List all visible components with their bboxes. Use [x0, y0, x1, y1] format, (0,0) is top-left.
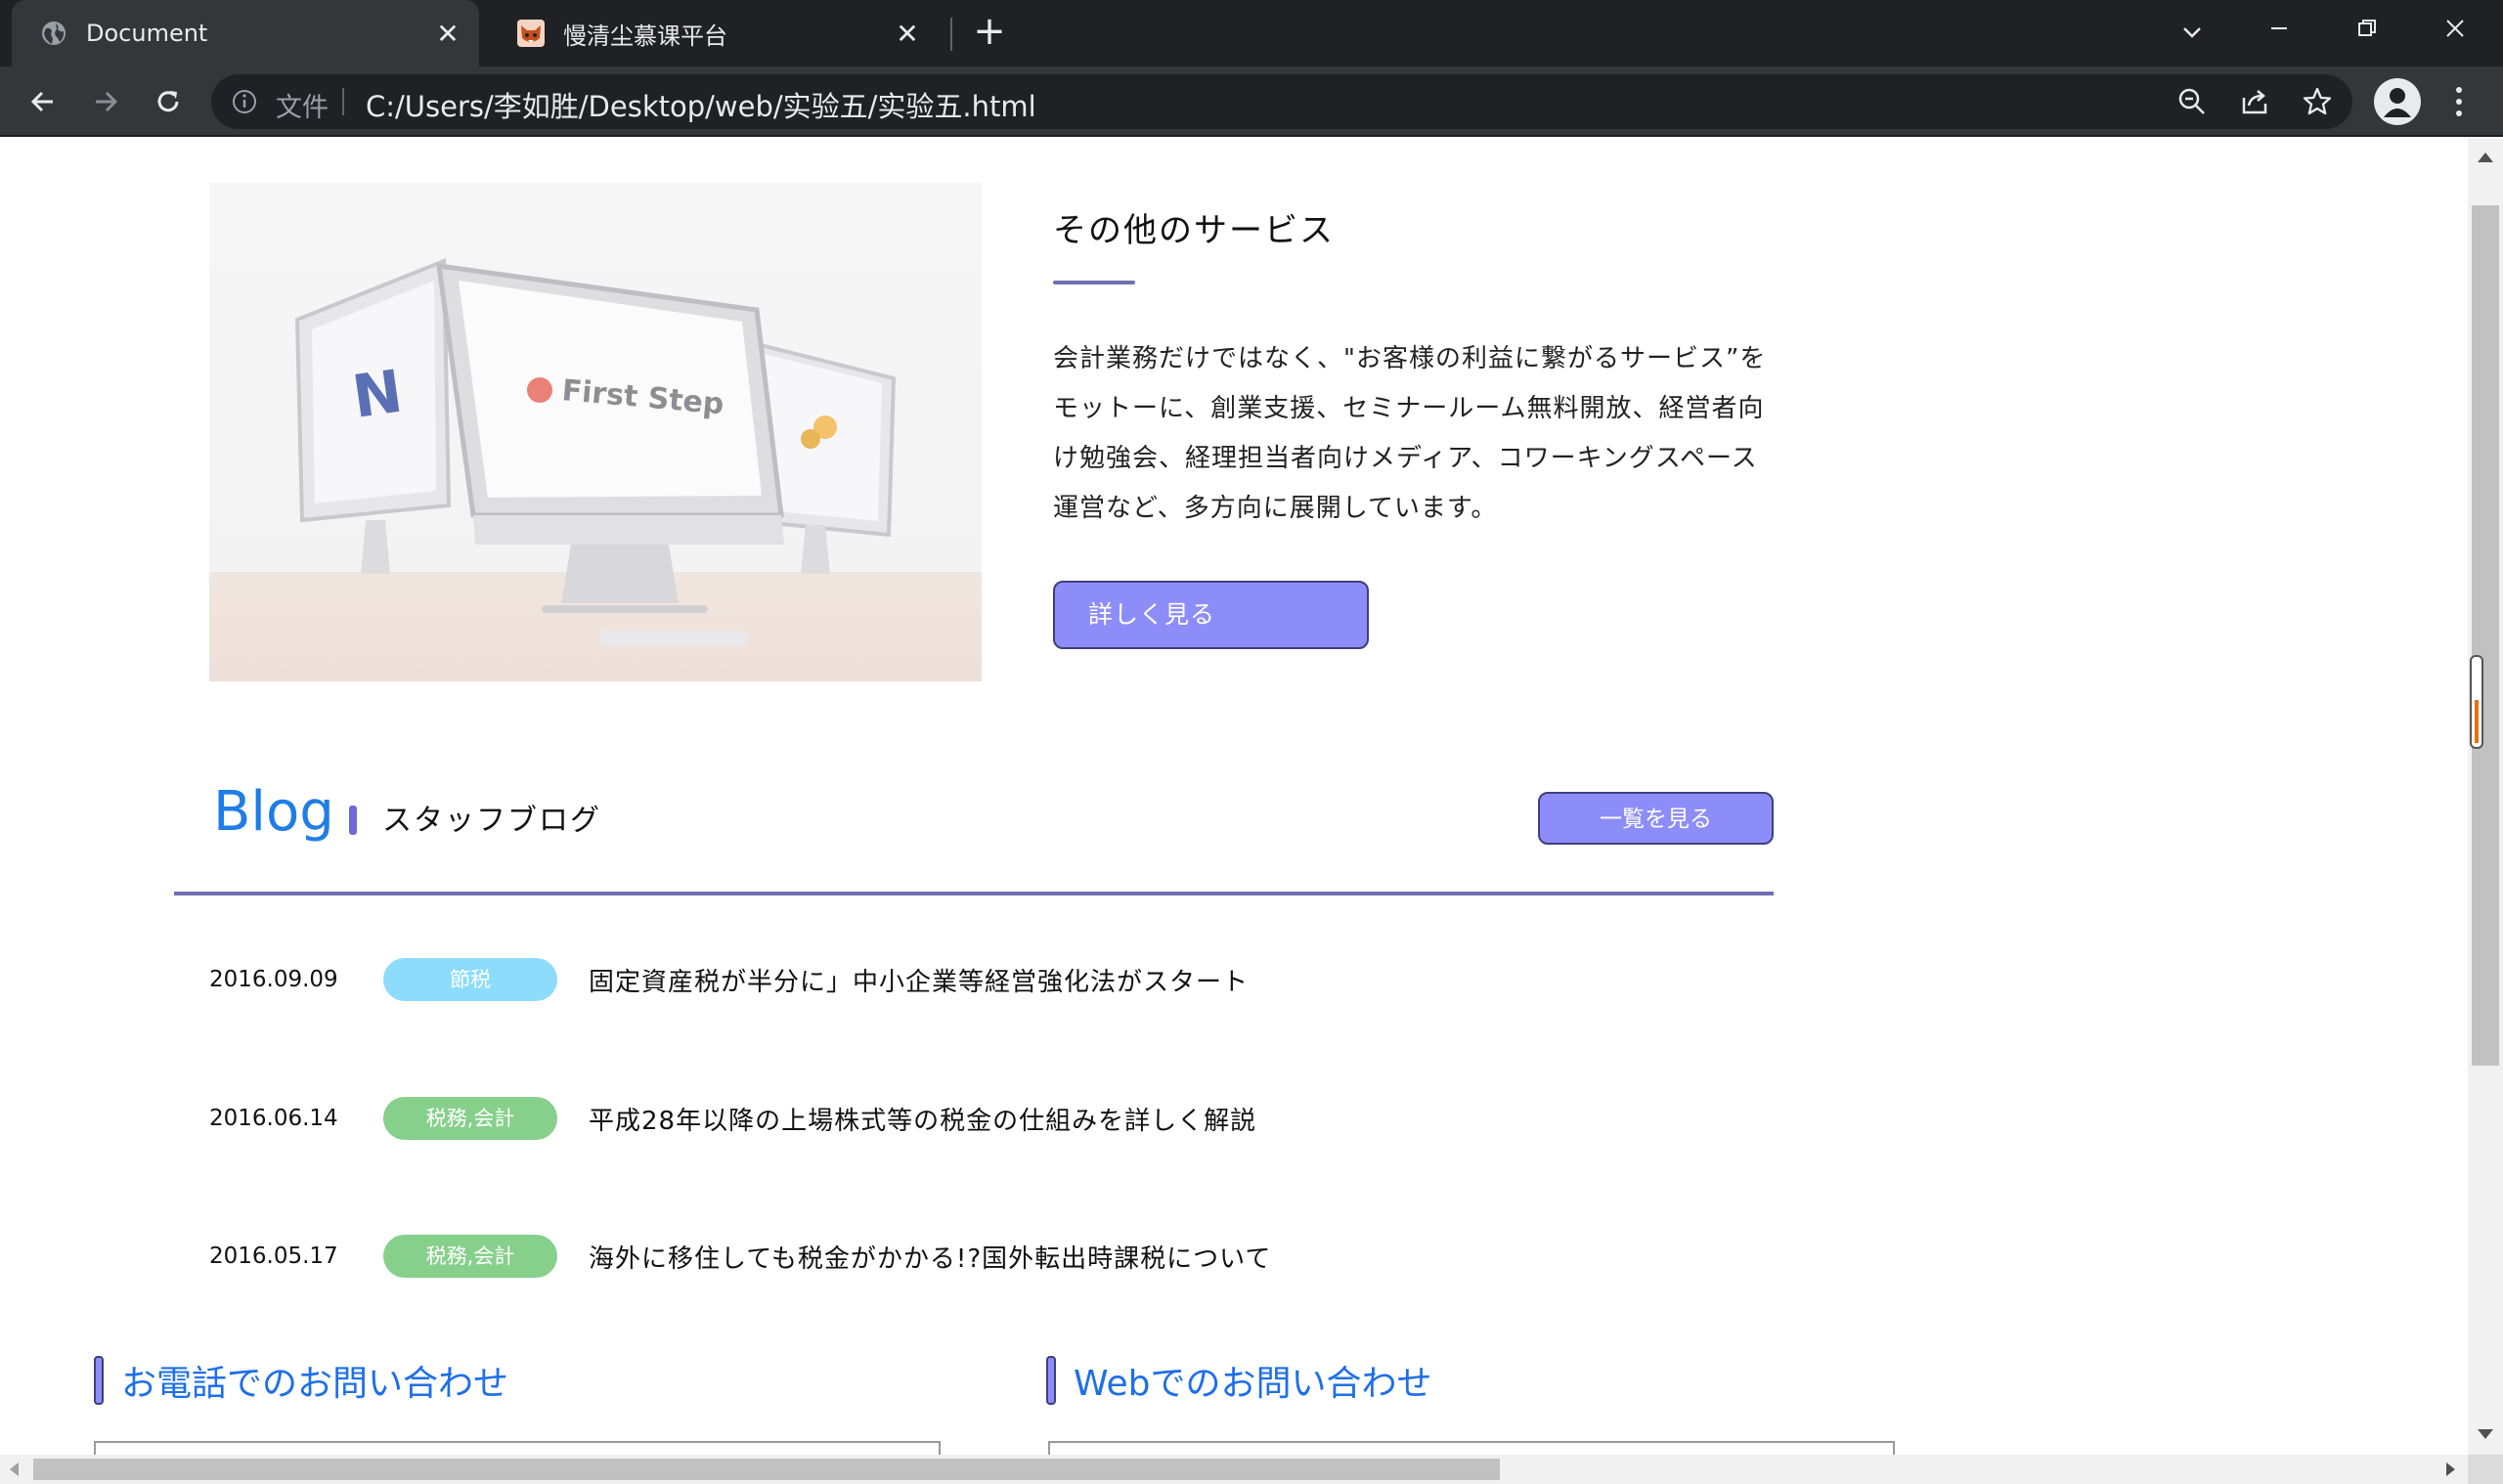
category-badge[interactable]: 税務,会計 [383, 1097, 557, 1140]
scroll-right-arrow-icon[interactable] [2446, 1462, 2455, 1476]
info-icon[interactable] [231, 88, 258, 115]
toolbar: 文件 C:/Users/李如胜/Desktop/web/实验五/实验五.html [0, 66, 2503, 137]
globe-icon [39, 19, 68, 48]
blog-subheading: スタッフブログ [382, 804, 601, 838]
vertical-scrollbar[interactable] [2468, 139, 2503, 1455]
svg-text:N: N [348, 358, 406, 432]
heading-bar [94, 1356, 104, 1405]
blog-heading: Blog [213, 780, 334, 844]
category-badge[interactable]: 節税 [383, 958, 557, 1001]
tab-mooc[interactable]: 慢清尘慕课平台 ✕ [489, 0, 939, 66]
minimize-icon[interactable] [2235, 0, 2323, 57]
heading-bar [349, 806, 357, 835]
reload-icon[interactable] [143, 76, 194, 127]
scroll-left-arrow-icon[interactable] [10, 1462, 19, 1476]
url-text[interactable]: C:/Users/李如胜/Desktop/web/实验五/实验五.html [366, 84, 1036, 125]
back-arrow-icon[interactable] [18, 76, 68, 127]
profile-avatar-icon[interactable] [2374, 78, 2421, 125]
more-menu-icon[interactable] [2444, 80, 2474, 123]
phone-contact-box [94, 1441, 941, 1455]
scrollbar-thumb[interactable] [2472, 205, 2499, 1066]
details-button[interactable]: 詳しく見る [1053, 581, 1369, 649]
post-date: 2016.09.09 [209, 967, 338, 992]
close-icon[interactable]: ✕ [430, 16, 465, 51]
list-item[interactable]: 2016.06.14 税務,会計 平成28年以降の上場株式等の税金の仕組みを詳し… [209, 1094, 1256, 1143]
scroll-down-arrow-icon[interactable] [2478, 1429, 2493, 1439]
close-icon[interactable]: ✕ [890, 16, 925, 51]
close-window-icon[interactable] [2411, 0, 2499, 57]
scrollbar-thumb[interactable] [33, 1459, 1500, 1480]
chevron-down-icon[interactable] [2173, 14, 2212, 53]
bookmark-star-icon[interactable] [2302, 86, 2333, 117]
blog-divider [174, 892, 1774, 895]
tab-title: Document [86, 20, 208, 47]
view-all-button[interactable]: 一覧を見る [1538, 792, 1774, 845]
list-item[interactable]: 2016.09.09 節税 固定資産税が半分に」中小企業等経営強化法がスタート [209, 955, 1249, 1004]
scroll-up-arrow-icon[interactable] [2478, 153, 2493, 162]
scheme-label: 文件 [276, 93, 329, 123]
tab-title: 慢清尘慕课平台 [563, 22, 727, 50]
phone-contact-heading: お電話でのお問い合わせ [94, 1355, 508, 1406]
web-contact-box [1048, 1441, 1895, 1455]
heading-bar [1046, 1356, 1056, 1405]
post-title-link[interactable]: 平成28年以降の上場株式等の税金の仕組みを詳しく解説 [589, 1101, 1256, 1137]
share-icon[interactable] [2239, 86, 2270, 117]
address-bar[interactable]: 文件 C:/Users/李如胜/Desktop/web/实验五/实验五.html [211, 74, 2352, 129]
category-badge[interactable]: 税務,会計 [383, 1235, 557, 1278]
scrollbar-corner [2468, 1455, 2503, 1484]
zoom-icon[interactable] [2176, 86, 2208, 117]
new-tab-plus-icon[interactable]: + [970, 12, 1009, 53]
post-date: 2016.06.14 [209, 1106, 338, 1131]
service-title: その他のサービス [1053, 211, 1335, 250]
page-viewport: N First Step その他のサービス 会計業務だけではなく、"お客様の利益… [0, 139, 2468, 1455]
horizontal-scrollbar[interactable] [0, 1455, 2468, 1484]
post-title-link[interactable]: 固定資産税が半分に」中小企業等経営強化法がスタート [589, 962, 1249, 998]
post-date: 2016.05.17 [209, 1244, 338, 1269]
scroll-position-marker [2470, 655, 2483, 749]
restore-icon[interactable] [2323, 0, 2411, 57]
divider [342, 88, 344, 115]
forward-arrow-icon[interactable] [80, 76, 131, 127]
tab-strip: Document ✕ 慢清尘慕课平台 ✕ + [0, 0, 2503, 66]
web-contact-title: Webでのお問い合わせ [1074, 1364, 1432, 1404]
phone-contact-title: お電話でのお問い合わせ [121, 1364, 509, 1404]
post-title-link[interactable]: 海外に移住しても税金がかかる!?国外転出時課税について [589, 1239, 1271, 1275]
tab-document[interactable]: Document ✕ [12, 0, 479, 66]
tab-separator [950, 18, 952, 51]
fox-icon [516, 19, 546, 48]
list-item[interactable]: 2016.05.17 税務,会計 海外に移住しても税金がかかる!?国外転出時課税… [209, 1232, 1271, 1281]
web-contact-heading: Webでのお問い合わせ [1046, 1355, 1432, 1406]
title-underline [1053, 281, 1135, 284]
service-image: N First Step [209, 183, 982, 681]
service-description: 会計業務だけではなく、"お客様の利益に繋がるサービス”をモットーに、創業支援、セ… [1053, 344, 1767, 523]
